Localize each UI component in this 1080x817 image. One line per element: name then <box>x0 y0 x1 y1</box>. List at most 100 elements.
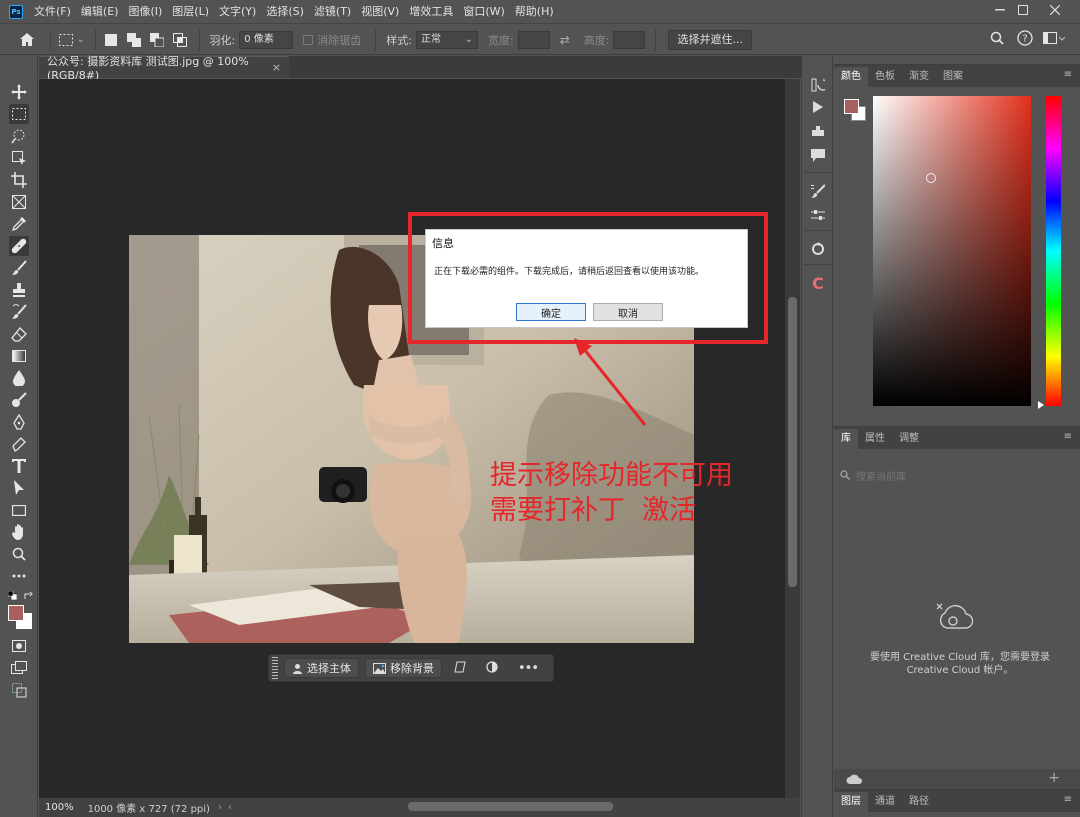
select-and-mask-button[interactable]: 选择并遮住... <box>668 29 752 50</box>
rectangle-tool[interactable] <box>9 500 29 520</box>
default-colors-button[interactable] <box>7 590 18 603</box>
brush-settings-button[interactable] <box>809 182 827 200</box>
height-input[interactable] <box>613 30 646 49</box>
frame-tool[interactable] <box>9 192 29 212</box>
menu-view[interactable]: 视图(V) <box>356 0 404 24</box>
swap-colors-button[interactable] <box>24 590 33 603</box>
tab-patterns[interactable]: 图案 <box>936 67 970 87</box>
style-select[interactable]: 正常 ⌄ <box>415 30 478 49</box>
object-select-tool[interactable] <box>9 148 29 168</box>
horizontal-scroll-thumb[interactable] <box>408 802 613 811</box>
library-search-input[interactable]: 搜索当前库 <box>840 465 1072 485</box>
comments-panel-button[interactable] <box>809 146 827 164</box>
menu-file[interactable]: 文件(F) <box>29 0 76 24</box>
tab-libraries[interactable]: 库 <box>834 429 858 449</box>
edit-toolbar-button[interactable] <box>9 566 29 586</box>
extra-tool[interactable] <box>9 680 29 700</box>
hue-slider[interactable] <box>1046 96 1061 406</box>
help-button[interactable]: ? <box>1017 30 1033 49</box>
antialias-checkbox[interactable] <box>303 34 314 45</box>
menu-help[interactable]: 帮助(H) <box>510 0 559 24</box>
history-brush-tool[interactable] <box>9 302 29 322</box>
marquee-tool[interactable] <box>9 104 29 124</box>
zoom-level[interactable]: 100% <box>45 802 74 813</box>
move-tool[interactable] <box>9 82 29 102</box>
tab-properties[interactable]: 属性 <box>858 429 892 449</box>
menu-layer[interactable]: 图层(L) <box>167 0 214 24</box>
vertical-scroll-thumb[interactable] <box>788 297 797 587</box>
lasso-tool[interactable] <box>9 126 29 146</box>
dodge-tool[interactable] <box>9 390 29 410</box>
swap-icon[interactable]: ⇄ <box>560 33 570 47</box>
maximize-button[interactable] <box>1008 0 1038 20</box>
foreground-color-swatch[interactable] <box>8 605 24 621</box>
hand-tool[interactable] <box>9 522 29 542</box>
healing-brush-tool[interactable] <box>9 236 29 256</box>
adjust-sliders-button[interactable] <box>809 206 827 224</box>
chevron-left-icon[interactable]: ‹ <box>228 802 232 813</box>
chevron-right-icon[interactable]: › <box>218 802 222 813</box>
chevron-down-icon[interactable]: ⌄ <box>77 35 85 45</box>
menu-type[interactable]: 文字(Y) <box>214 0 261 24</box>
history-panel-button[interactable] <box>809 76 827 94</box>
panel-menu-icon[interactable]: ≡ <box>1064 431 1072 442</box>
pen-tool-2[interactable] <box>9 434 29 454</box>
brush-tool[interactable] <box>9 258 29 278</box>
menu-filter[interactable]: 滤镜(T) <box>309 0 356 24</box>
menu-image[interactable]: 图像(I) <box>123 0 167 24</box>
panel-foreground-swatch[interactable] <box>844 99 859 114</box>
eraser-tool[interactable] <box>9 324 29 344</box>
transform-button[interactable] <box>454 661 466 676</box>
intersect-selection-button[interactable] <box>171 31 189 49</box>
panel-menu-icon[interactable]: ≡ <box>1064 69 1072 80</box>
saturation-value-field[interactable] <box>873 96 1031 406</box>
hue-slider-handle[interactable] <box>1038 401 1044 409</box>
eyedropper-tool[interactable] <box>9 214 29 234</box>
type-tool[interactable] <box>9 456 29 476</box>
cloud-icon[interactable] <box>846 773 862 785</box>
drag-handle[interactable] <box>272 657 278 679</box>
add-icon[interactable]: + <box>1048 770 1060 786</box>
tab-adjustments[interactable]: 调整 <box>892 429 926 449</box>
tool-preset-picker[interactable] <box>57 31 75 49</box>
pen-tool[interactable] <box>9 412 29 432</box>
learn-panel-button[interactable] <box>809 240 827 258</box>
menu-edit[interactable]: 编辑(E) <box>76 0 124 24</box>
more-options-icon[interactable]: ••• <box>518 661 539 676</box>
close-window-button[interactable] <box>1040 0 1070 20</box>
tab-paths[interactable]: 路径 <box>902 792 936 812</box>
workspace-button[interactable] <box>1043 32 1066 47</box>
add-selection-button[interactable] <box>125 31 143 49</box>
feather-input[interactable]: 0 像素 <box>239 30 294 49</box>
width-input[interactable] <box>517 30 550 49</box>
select-subject-button[interactable]: 选择主体 <box>284 658 359 678</box>
plugins-panel-button[interactable] <box>809 122 827 140</box>
tab-gradients[interactable]: 渐变 <box>902 67 936 87</box>
document-tab[interactable]: 公众号: 摄影资料库 测试图.jpg @ 100%(RGB/8#) × <box>39 55 289 82</box>
screen-mode-button[interactable] <box>9 658 29 678</box>
tab-channels[interactable]: 通道 <box>868 792 902 812</box>
blur-tool[interactable] <box>9 368 29 388</box>
tab-swatches[interactable]: 色板 <box>868 67 902 87</box>
crop-tool[interactable] <box>9 170 29 190</box>
tab-color[interactable]: 颜色 <box>834 67 868 87</box>
panel-menu-icon[interactable]: ≡ <box>1064 794 1072 805</box>
gradient-tool[interactable] <box>9 346 29 366</box>
color-picker-cursor[interactable] <box>926 173 936 183</box>
actions-panel-button[interactable] <box>809 98 827 116</box>
search-button[interactable] <box>990 31 1004 48</box>
clone-stamp-tool[interactable] <box>9 280 29 300</box>
cc-plugin-icon[interactable]: C <box>809 274 827 293</box>
adjust-button[interactable] <box>486 660 498 676</box>
subtract-selection-button[interactable] <box>148 31 166 49</box>
new-selection-button[interactable] <box>102 31 120 49</box>
quick-mask-button[interactable] <box>9 636 29 656</box>
zoom-tool[interactable] <box>9 544 29 564</box>
tab-layers[interactable]: 图层 <box>834 792 868 812</box>
menu-plugins[interactable]: 增效工具 <box>404 0 458 24</box>
home-button[interactable] <box>18 31 36 49</box>
menu-select[interactable]: 选择(S) <box>261 0 309 24</box>
menu-window[interactable]: 窗口(W) <box>458 0 509 24</box>
close-tab-icon[interactable]: × <box>272 61 281 74</box>
path-select-tool[interactable] <box>9 478 29 498</box>
